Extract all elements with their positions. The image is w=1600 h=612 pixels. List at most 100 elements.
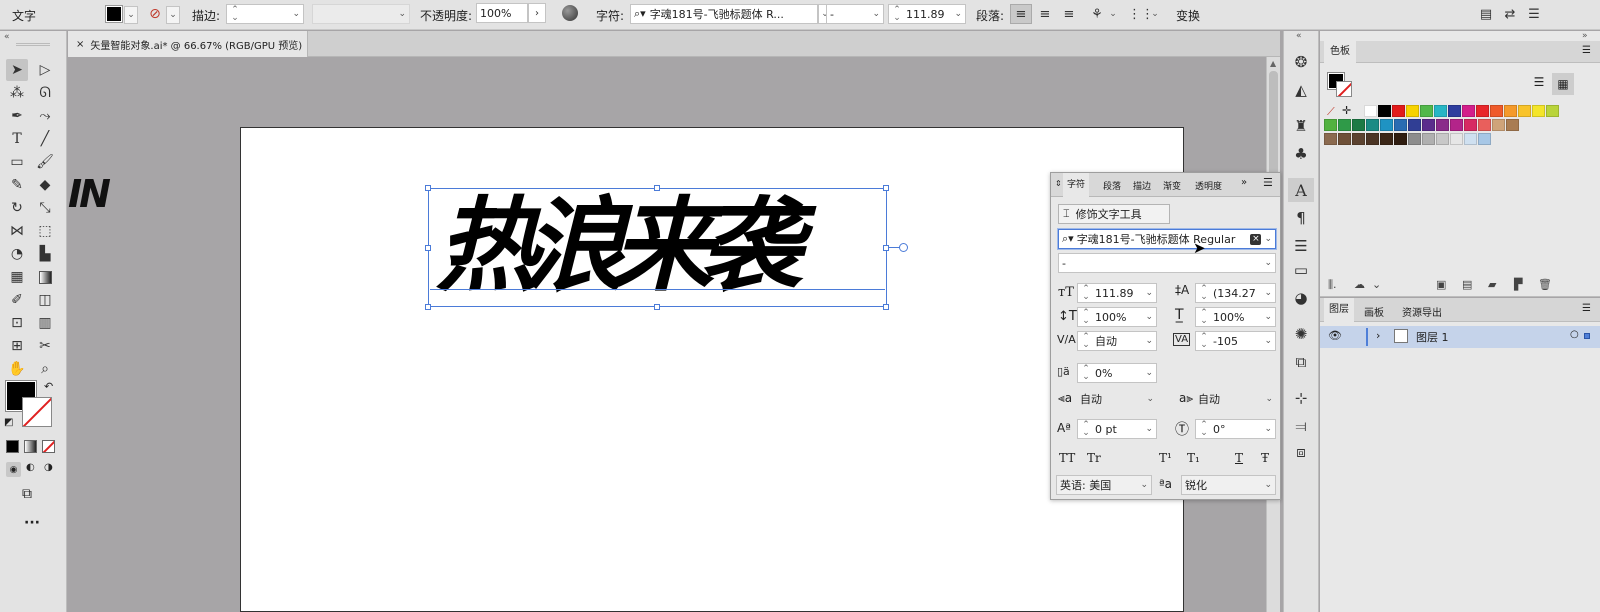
color-swatch[interactable] <box>1476 105 1489 117</box>
chevron-down-icon[interactable]: ⌄ <box>1264 480 1272 490</box>
document-tab[interactable]: × 矢量智能对象.ai* @ 66.67% (RGB/GPU 预览) <box>68 31 308 57</box>
font-family-field[interactable]: ⌕▾ 字魂181号-飞驰标题体 R... <box>630 4 818 24</box>
eyedropper-icon[interactable]: ✐ <box>6 289 28 311</box>
chevron-down-icon[interactable]: ⌄ <box>1265 394 1273 404</box>
gradient-icon[interactable]: ▭ <box>1288 258 1314 282</box>
color-guide-icon[interactable]: ❂ <box>1288 50 1314 74</box>
color-swatch[interactable] <box>1408 119 1421 131</box>
color-swatch[interactable] <box>1408 133 1421 145</box>
color-swatch[interactable] <box>1380 119 1393 131</box>
stepper-icon[interactable]: ⌃ ⌄ <box>1199 333 1209 350</box>
blend-tool-icon[interactable]: ◫ <box>34 289 56 311</box>
chevron-down-icon[interactable]: ⌄ <box>1108 4 1118 24</box>
lasso-icon[interactable]: ᘏ <box>34 82 56 104</box>
more-tabs-icon[interactable]: » <box>1241 177 1247 188</box>
fill-mode-gradient[interactable] <box>24 440 37 453</box>
zoom-tool-icon[interactable]: ⌕ <box>34 358 56 380</box>
color-swatch[interactable] <box>1506 119 1519 131</box>
transform-button[interactable]: 变换 <box>1176 7 1200 24</box>
default-colors-icon[interactable]: ◩ <box>4 417 13 428</box>
selection-tool-icon[interactable]: ➤ <box>6 59 28 81</box>
vertical-scale-field[interactable]: ⌃ ⌄ 100% ⌄ <box>1077 307 1157 327</box>
brush-dropdown[interactable]: ⌄ <box>312 4 410 24</box>
width-tool-icon[interactable]: ⋈ <box>6 220 28 242</box>
color-swatch[interactable] <box>1394 119 1407 131</box>
color-swatch[interactable] <box>1324 133 1337 145</box>
stepper-icon[interactable]: ⌃ ⌄ <box>1199 285 1209 302</box>
list-view-icon[interactable]: ☰ <box>1530 75 1548 93</box>
rectangle-tool-icon[interactable]: ▭ <box>6 151 28 173</box>
grid-view-icon[interactable]: ▦ <box>1552 73 1574 95</box>
column-graph-icon[interactable]: ▥ <box>34 312 56 334</box>
kerning-field[interactable]: ⌃ ⌄ 自动 ⌄ <box>1077 331 1157 351</box>
panel-collapse-icon[interactable]: » <box>1582 31 1588 41</box>
transparency-icon[interactable]: ◕ <box>1288 286 1314 310</box>
chevron-right-icon[interactable]: › <box>528 3 546 23</box>
paragraph-icon[interactable]: ¶ <box>1288 206 1314 230</box>
dock-collapse-icon[interactable]: « <box>1296 31 1302 41</box>
font-size-field[interactable]: ⌃ ⌄ 111.89 ⌄ <box>1077 283 1157 303</box>
chevron-down-icon[interactable]: ⌄ <box>1264 312 1272 322</box>
brushes-icon[interactable]: ♜ <box>1288 114 1314 138</box>
align-icon[interactable]: ⫤ <box>1288 414 1314 438</box>
tsume-field[interactable]: ⌃ ⌄ 0% ⌄ <box>1077 363 1157 383</box>
small-caps-button[interactable]: Tr <box>1087 451 1101 465</box>
stepper-icon[interactable]: ⌃ ⌄ <box>1081 421 1091 438</box>
panel-menu-icon[interactable]: ☰ <box>1582 303 1591 314</box>
new-swatch-icon[interactable]: ▛ <box>1514 278 1522 291</box>
tab-paragraph[interactable]: 段落 <box>1103 179 1121 192</box>
stroke-swatch[interactable] <box>1336 81 1352 97</box>
color-swatch[interactable] <box>1406 105 1419 117</box>
horizontal-scale-field[interactable]: ⌃ ⌄ 100% ⌄ <box>1195 307 1276 327</box>
chevron-down-icon[interactable]: ⌄ <box>1264 234 1272 244</box>
scroll-up-icon[interactable]: ▲ <box>1270 59 1276 68</box>
color-swatch[interactable] <box>1352 119 1365 131</box>
color-swatch[interactable] <box>1352 133 1365 145</box>
tab-gradient[interactable]: 渐变 <box>1163 179 1181 192</box>
color-swatch[interactable] <box>1422 119 1435 131</box>
transform-icon[interactable]: ⊹ <box>1288 386 1314 410</box>
chevron-down-icon[interactable]: ⌄ <box>1145 288 1153 298</box>
mesh-tool-icon[interactable]: ▦ <box>6 266 28 288</box>
pen-tool-icon[interactable]: ✒ <box>6 105 28 127</box>
chevron-down-icon[interactable]: ⌄ <box>166 6 180 24</box>
leading-field[interactable]: ⌃ ⌄ (134.27 ⌄ <box>1195 283 1276 303</box>
swap-colors-icon[interactable]: ↶ <box>44 380 53 393</box>
stepper-icon[interactable]: ⌃ ⌄ <box>892 6 902 23</box>
color-swatch[interactable] <box>1338 119 1351 131</box>
tracking-field[interactable]: ⌃ ⌄ -105 ⌄ <box>1195 331 1276 351</box>
selection-handle[interactable] <box>654 304 660 310</box>
color-swatch[interactable] <box>1338 133 1351 145</box>
scale-tool-icon[interactable]: ⤡ <box>34 197 56 219</box>
color-swatch[interactable] <box>1378 105 1391 117</box>
color-group-icon[interactable]: ▤ <box>1462 278 1472 291</box>
stepper-icon[interactable]: ⌃ ⌄ <box>1081 365 1091 382</box>
color-swatch[interactable] <box>1434 105 1447 117</box>
chevron-down-icon[interactable]: ⌄ <box>1264 258 1272 268</box>
chevron-down-icon[interactable]: ⌄ <box>1146 394 1154 404</box>
stroke-color-box[interactable] <box>22 397 52 427</box>
visibility-eye-icon[interactable]: 👁 <box>1328 329 1342 342</box>
baseline-shift-field[interactable]: ⌃ ⌄ 0 pt ⌄ <box>1077 419 1157 439</box>
stepper-icon[interactable]: ⌃ ⌄ <box>1199 421 1209 438</box>
color-swatch[interactable] <box>1366 133 1379 145</box>
color-swatch[interactable] <box>1450 133 1463 145</box>
gradient-tool-icon[interactable] <box>34 266 56 288</box>
chevron-down-icon[interactable]: ⌄ <box>954 9 962 19</box>
symbols-icon[interactable]: ♣ <box>1288 142 1314 166</box>
chevron-down-icon[interactable]: ⌄ <box>1145 368 1153 378</box>
color-swatch[interactable] <box>1546 105 1559 117</box>
selection-handle[interactable] <box>425 245 431 251</box>
perspective-grid-icon[interactable]: ▙ <box>34 243 56 265</box>
font-size-field[interactable]: ⌃ ⌄ 111.89 ⌄ <box>888 4 966 24</box>
color-swatch[interactable] <box>1450 119 1463 131</box>
screen-mode-icon[interactable]: ⧉ <box>22 486 32 502</box>
color-swatch[interactable] <box>1518 105 1531 117</box>
chevron-down-icon[interactable]: ⌄ <box>1145 424 1153 434</box>
direct-selection-tool-icon[interactable]: ▷ <box>34 59 56 81</box>
color-swatch[interactable] <box>1464 119 1477 131</box>
color-swatch[interactable] <box>1532 105 1545 117</box>
color-swatch[interactable] <box>1394 133 1407 145</box>
align-right-icon[interactable]: ≡ <box>1058 4 1080 24</box>
strikethrough-button[interactable]: Ŧ <box>1261 451 1269 465</box>
